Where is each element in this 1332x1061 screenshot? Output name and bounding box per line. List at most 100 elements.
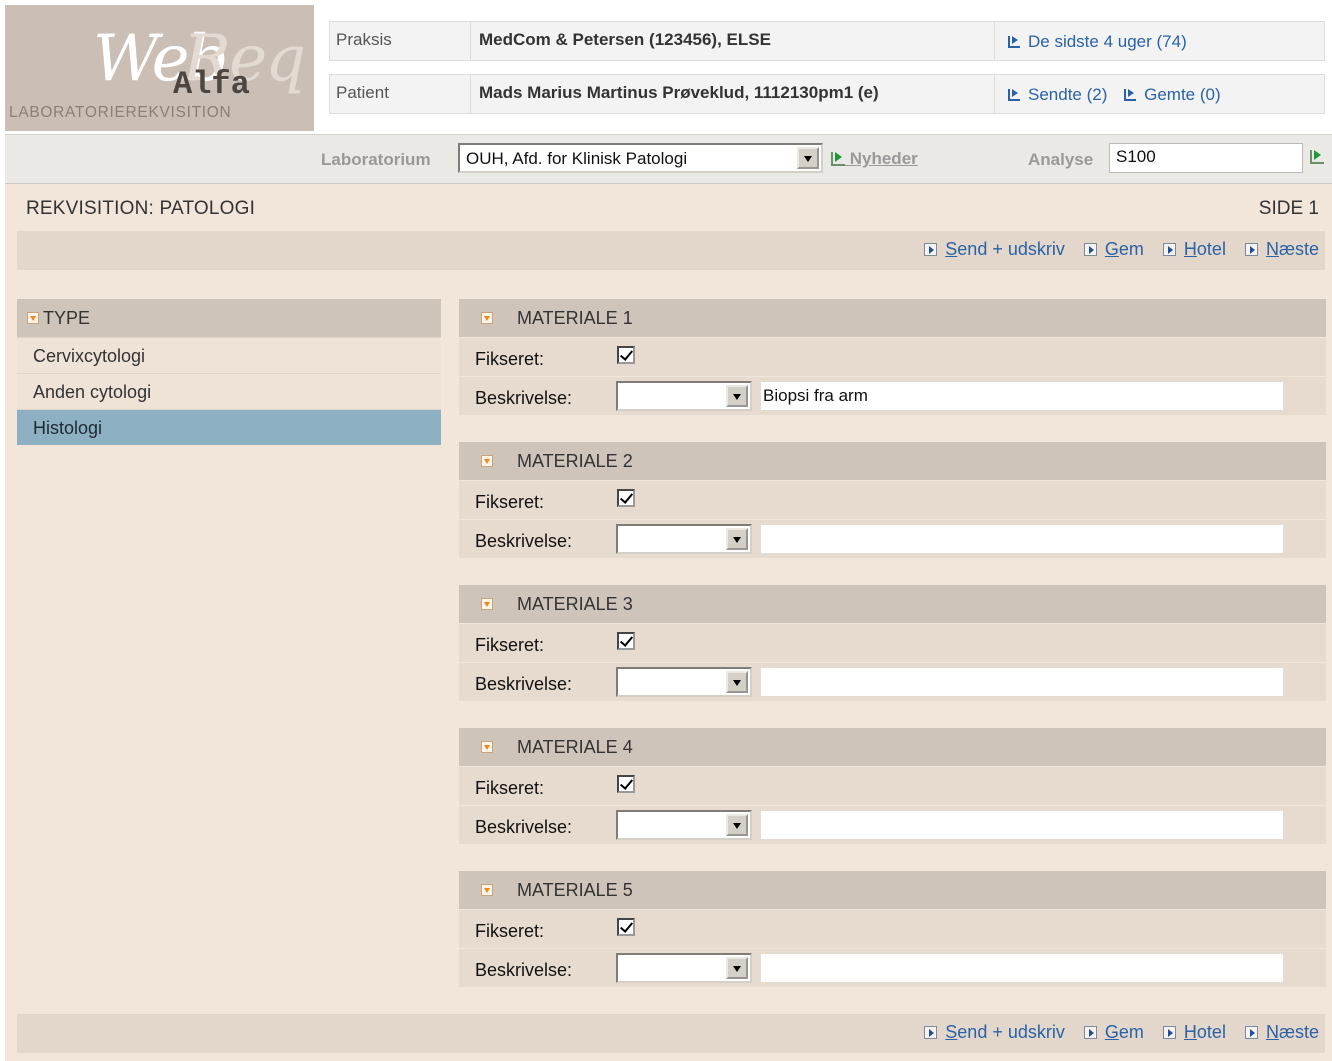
analysis-input[interactable]: S100 <box>1109 143 1303 173</box>
chevron-down-icon[interactable] <box>726 671 748 693</box>
save-button[interactable]: Gem <box>1083 1022 1144 1042</box>
description-row: Beskrivelse: <box>459 662 1326 701</box>
app-logo: Web Req Alfa LABORATORIEREKVISITION <box>5 5 314 131</box>
arrow-right-icon <box>924 243 938 256</box>
fixed-row: Fikseret: <box>459 766 1326 805</box>
laboratory-bar: Laboratorium OUH, Afd. for Klinisk Patol… <box>5 134 1332 184</box>
link-arrow-icon <box>1008 89 1020 101</box>
send-print-button[interactable]: Send + udskriv <box>924 1022 1065 1042</box>
analysis-label: Analyse <box>1028 150 1094 169</box>
link-arrow-icon <box>1124 89 1137 101</box>
patient-value: Mads Marius Martinus Prøveklud, 1112130p… <box>471 75 995 113</box>
fixed-label: Fikseret: <box>475 492 545 512</box>
arrow-right-icon <box>924 1026 938 1039</box>
material-heading[interactable]: MATERIALE 2 <box>459 442 1326 480</box>
recent-weeks-cell: De sidste 4 uger (74) <box>996 22 1187 60</box>
fixed-row: Fikseret: <box>459 480 1326 519</box>
description-row: Beskrivelse: Biopsi fra arm <box>459 376 1326 415</box>
page-number: SIDE 1 <box>1258 198 1319 219</box>
arrow-right-icon <box>1083 1026 1097 1039</box>
analysis-go-icon[interactable] <box>1310 150 1324 164</box>
type-item-anden-cytologi[interactable]: Anden cytologi <box>17 373 441 409</box>
description-label: Beskrivelse: <box>475 817 573 837</box>
fixed-checkbox[interactable] <box>617 489 635 507</box>
material-section-1: MATERIALE 1 Fikseret: Beskrivelse: Biops… <box>459 299 1326 415</box>
fixed-row: Fikseret: <box>459 623 1326 662</box>
description-input[interactable] <box>760 667 1284 697</box>
chevron-down-icon[interactable] <box>726 814 748 836</box>
fixed-checkbox[interactable] <box>617 632 635 650</box>
logo-subtitle: LABORATORIEREKVISITION <box>9 104 232 121</box>
fixed-checkbox[interactable] <box>617 918 635 936</box>
laboratory-select[interactable]: OUH, Afd. for Klinisk Patologi <box>458 143 823 173</box>
type-heading[interactable]: TYPE <box>17 299 441 337</box>
chevron-down-icon[interactable] <box>726 957 748 979</box>
save-button[interactable]: Gem <box>1083 239 1144 259</box>
description-label: Beskrivelse: <box>475 531 573 551</box>
sent-link[interactable]: Sendte (2) <box>1028 85 1107 104</box>
description-select[interactable] <box>616 381 752 411</box>
material-heading[interactable]: MATERIALE 1 <box>459 299 1326 337</box>
arrow-right-icon <box>1162 1026 1176 1039</box>
send-print-button[interactable]: Send + udskriv <box>924 239 1065 259</box>
arrow-right-icon <box>1244 1026 1258 1039</box>
laboratory-selected-value: OUH, Afd. for Klinisk Patologi <box>466 149 688 168</box>
chevron-down-icon[interactable] <box>797 147 819 169</box>
description-input[interactable]: Biopsi fra arm <box>760 381 1284 411</box>
fixed-row: Fikseret: <box>459 337 1326 376</box>
description-input[interactable] <box>760 810 1284 840</box>
fixed-label: Fikseret: <box>475 921 545 941</box>
news-link[interactable]: Nyheder <box>831 149 918 169</box>
praksis-label: Praksis <box>330 22 471 60</box>
fixed-label: Fikseret: <box>475 349 545 369</box>
patient-row: Patient Mads Marius Martinus Prøveklud, … <box>329 74 1325 114</box>
bottom-action-bar: Send + udskriv Gem Hotel Næste <box>17 1014 1325 1053</box>
description-input[interactable] <box>760 524 1284 554</box>
chevron-down-icon[interactable] <box>726 385 748 407</box>
description-row: Beskrivelse: <box>459 948 1326 987</box>
top-action-bar: Send + udskriv Gem Hotel Næste <box>17 231 1325 270</box>
patient-label: Patient <box>330 75 471 113</box>
sent-saved-cell: Sendte (2) Gemte (0) <box>996 75 1221 113</box>
material-section-3: MATERIALE 3 Fikseret: Beskrivelse: <box>459 585 1326 701</box>
hotel-button[interactable]: Hotel <box>1162 1022 1226 1042</box>
hotel-button[interactable]: Hotel <box>1162 239 1226 259</box>
type-item-cervixcytologi[interactable]: Cervixcytologi <box>17 337 441 373</box>
arrow-right-icon <box>1244 243 1258 256</box>
collapse-triangle-icon <box>481 455 493 467</box>
news-link-label: Nyheder <box>849 149 918 168</box>
laboratory-label: Laboratorium <box>321 150 431 169</box>
fixed-row: Fikseret: <box>459 909 1326 948</box>
type-item-histologi[interactable]: Histologi <box>17 409 441 445</box>
next-button[interactable]: Næste <box>1244 239 1319 259</box>
material-section-2: MATERIALE 2 Fikseret: Beskrivelse: <box>459 442 1326 558</box>
description-select[interactable] <box>616 524 752 554</box>
description-label: Beskrivelse: <box>475 674 573 694</box>
material-heading[interactable]: MATERIALE 3 <box>459 585 1326 623</box>
material-heading[interactable]: MATERIALE 4 <box>459 728 1326 766</box>
fixed-checkbox[interactable] <box>617 346 635 364</box>
saved-link[interactable]: Gemte (0) <box>1144 85 1221 104</box>
description-select[interactable] <box>616 953 752 983</box>
arrow-right-icon <box>1162 243 1176 256</box>
recent-weeks-link[interactable]: De sidste 4 uger (74) <box>1028 32 1187 51</box>
requisition-title: REKVISITION: PATOLOGI <box>26 198 256 219</box>
description-label: Beskrivelse: <box>475 960 573 980</box>
chevron-down-icon[interactable] <box>726 528 748 550</box>
fixed-label: Fikseret: <box>475 635 545 655</box>
description-input[interactable] <box>760 953 1284 983</box>
description-select[interactable] <box>616 667 752 697</box>
next-button[interactable]: Næste <box>1244 1022 1319 1042</box>
praksis-value: MedCom & Petersen (123456), ELSE <box>471 22 995 60</box>
type-panel: TYPE Cervixcytologi Anden cytologi Histo… <box>17 299 441 445</box>
material-heading[interactable]: MATERIALE 5 <box>459 871 1326 909</box>
description-row: Beskrivelse: <box>459 805 1326 844</box>
collapse-triangle-icon <box>481 312 493 324</box>
fixed-label: Fikseret: <box>475 778 545 798</box>
logo-alfa-text: Alfa <box>173 66 250 103</box>
praksis-row: Praksis MedCom & Petersen (123456), ELSE… <box>329 21 1325 61</box>
fixed-checkbox[interactable] <box>617 775 635 793</box>
material-section-4: MATERIALE 4 Fikseret: Beskrivelse: <box>459 728 1326 844</box>
description-select[interactable] <box>616 810 752 840</box>
description-label: Beskrivelse: <box>475 388 573 408</box>
